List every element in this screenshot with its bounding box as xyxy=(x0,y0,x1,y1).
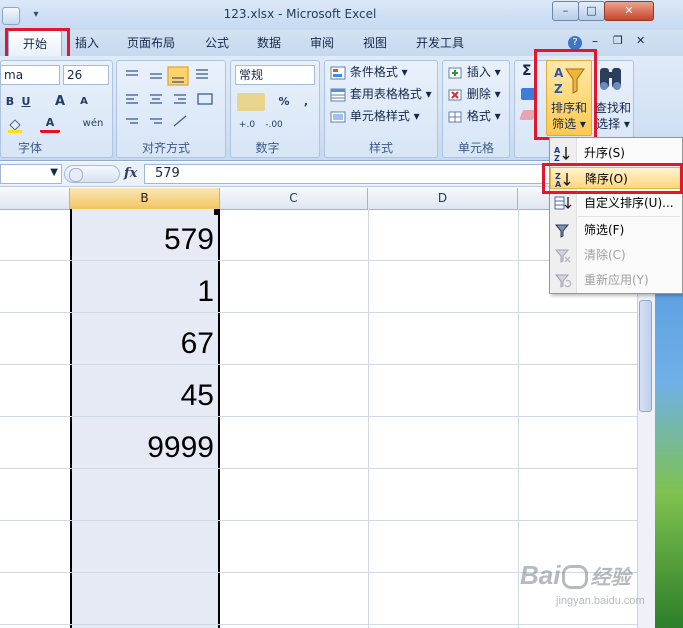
reapply-icon xyxy=(554,272,572,288)
column-header-c[interactable]: C xyxy=(220,188,368,209)
menu-item-clear[interactable]: 清除(C) xyxy=(550,244,682,266)
ribbon-close-icon[interactable]: ✕ xyxy=(636,34,645,47)
clear-filter-icon xyxy=(554,247,572,263)
underline-icon[interactable]: U xyxy=(16,93,36,111)
insert-cells-icon xyxy=(447,65,463,81)
tab-insert[interactable]: 插入 xyxy=(64,30,110,56)
gridline-v xyxy=(518,209,519,628)
tab-formulas[interactable]: 公式 xyxy=(194,30,240,56)
table-style-icon xyxy=(330,87,346,103)
menu-item-filter[interactable]: 筛选(F) xyxy=(550,219,682,241)
fill-handle[interactable] xyxy=(214,209,220,215)
formula-bar-splitter[interactable] xyxy=(64,165,120,183)
cell-b4[interactable]: 45 xyxy=(72,370,214,422)
sort-ascending-icon: AZ xyxy=(554,145,572,163)
decrease-decimal-icon[interactable]: -.00 xyxy=(262,116,286,134)
tab-review[interactable]: 审阅 xyxy=(299,30,345,56)
format-cells-icon xyxy=(447,109,463,125)
window-title: 123.xlsx - Microsoft Excel xyxy=(223,7,377,21)
fill-color-icon[interactable] xyxy=(6,116,24,134)
highlight-box-sort-filter xyxy=(534,49,597,140)
delete-cells-button[interactable]: 删除 ▾ xyxy=(447,84,501,104)
font-name-box[interactable]: ma xyxy=(0,65,60,85)
menu-item-custom-sort[interactable]: 自定义排序(U)... xyxy=(550,192,682,214)
column-header-a[interactable] xyxy=(0,188,70,209)
font-size-box[interactable]: 26 xyxy=(63,65,109,85)
cell-styles-button[interactable]: 单元格样式 ▾ xyxy=(330,106,420,126)
font-color-icon[interactable]: A xyxy=(40,115,60,133)
help-icon[interactable]: ? xyxy=(568,36,582,50)
conditional-format-icon xyxy=(330,65,346,81)
ribbon-minimize-icon[interactable]: – xyxy=(592,34,598,48)
grow-font-icon[interactable]: A xyxy=(50,93,70,111)
number-group-label: 数字 xyxy=(255,141,280,155)
column-header-b[interactable]: B xyxy=(70,188,220,209)
alignment-buttons[interactable] xyxy=(122,66,218,130)
insert-function-icon[interactable]: fx xyxy=(124,166,137,181)
cell-b5[interactable]: 9999 xyxy=(72,422,214,474)
autosum-icon[interactable]: Σ xyxy=(522,63,532,79)
conditional-format-button[interactable]: 条件格式 ▾ xyxy=(330,62,408,82)
name-box[interactable]: ▼ xyxy=(0,164,62,184)
watermark-logo: Bai 经验 xyxy=(520,560,631,590)
comma-icon[interactable]: , xyxy=(296,93,316,111)
highlight-box-descending xyxy=(542,163,683,194)
filter-icon xyxy=(554,222,572,238)
find-select-button[interactable]: 查找和 选择 ▾ xyxy=(593,100,633,132)
phonetic-icon[interactable]: wén xyxy=(78,115,108,133)
tab-page-layout[interactable]: 页面布局 xyxy=(118,30,184,56)
insert-cells-button[interactable]: 插入 ▾ xyxy=(447,62,501,82)
currency-icon[interactable] xyxy=(237,93,265,111)
fill-icon[interactable] xyxy=(521,88,535,100)
scrollbar-thumb[interactable] xyxy=(639,300,652,412)
cell-styles-icon xyxy=(330,109,346,125)
maximize-button[interactable]: □ xyxy=(578,1,605,21)
tab-view[interactable]: 视图 xyxy=(352,30,398,56)
minimize-button[interactable]: – xyxy=(552,1,579,21)
tab-data[interactable]: 数据 xyxy=(246,30,292,56)
ribbon-restore-icon[interactable]: ❐ xyxy=(613,34,623,47)
font-group-label: 字体 xyxy=(17,141,42,155)
delete-cells-icon xyxy=(447,87,463,103)
gridline-v xyxy=(368,209,369,628)
cells-group-label: 单元格 xyxy=(457,141,494,155)
close-button[interactable]: ✕ xyxy=(604,1,654,21)
number-format-box[interactable]: 常规 xyxy=(235,65,315,85)
format-cells-button[interactable]: 格式 ▾ xyxy=(447,106,501,126)
svg-text:Z: Z xyxy=(554,154,560,161)
find-binoculars-icon xyxy=(596,64,626,94)
cell-b3[interactable]: 67 xyxy=(72,318,214,370)
increase-decimal-icon[interactable]: +.0 xyxy=(236,116,258,134)
column-header-d[interactable]: D xyxy=(368,188,518,209)
shrink-font-icon[interactable]: A xyxy=(74,93,94,111)
styles-group-label: 样式 xyxy=(368,141,393,155)
cell-b1[interactable]: 579 xyxy=(72,214,214,266)
alignment-group-label: 对齐方式 xyxy=(141,141,190,155)
cell-b2[interactable]: 1 xyxy=(72,266,214,318)
gridline-h xyxy=(0,624,683,625)
format-as-table-button[interactable]: 套用表格格式 ▾ xyxy=(330,84,432,104)
menu-separator xyxy=(578,216,680,217)
percent-icon[interactable]: % xyxy=(274,93,294,111)
menu-item-sort-ascending[interactable]: AZ 升序(S) xyxy=(550,142,682,164)
gridline-h xyxy=(0,520,683,521)
custom-sort-icon xyxy=(554,195,572,211)
watermark-url: jingyan.baidu.com xyxy=(556,595,645,607)
tab-developer[interactable]: 开发工具 xyxy=(405,30,475,56)
menu-item-reapply[interactable]: 重新应用(Y) xyxy=(550,269,682,291)
name-box-dropdown-icon[interactable]: ▼ xyxy=(50,167,58,178)
